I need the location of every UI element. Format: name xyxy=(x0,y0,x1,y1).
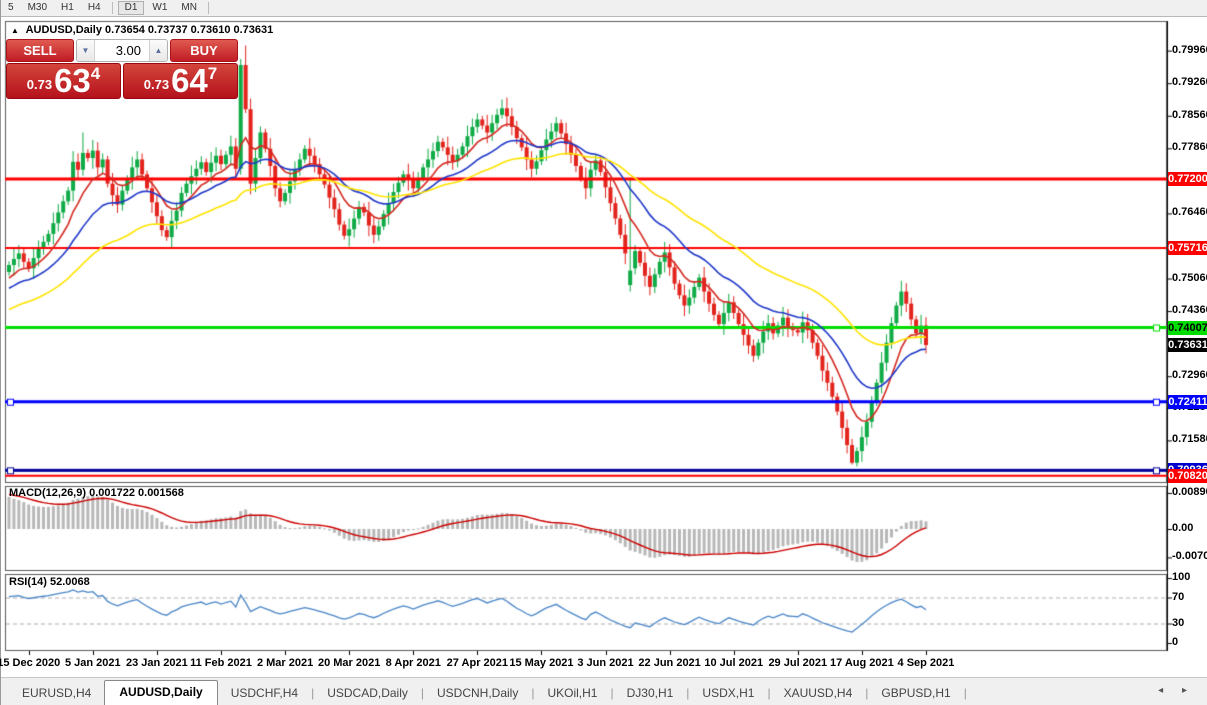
price-badge: 0.70820 xyxy=(1168,468,1207,483)
buy-price-big: 64 xyxy=(171,62,208,99)
macd-indicator-label: MACD(12,26,9) 0.001722 0.001568 xyxy=(9,487,184,499)
volume-input[interactable] xyxy=(95,40,149,61)
sell-price-box[interactable]: 0.73 63 4 xyxy=(6,63,121,99)
chart-symbol-label: AUDUSD,Daily xyxy=(25,24,102,36)
chart-tab-eurusd[interactable]: EURUSD,H4 xyxy=(9,682,104,705)
timeframe-button-5[interactable]: 5 xyxy=(2,1,20,15)
timeframe-toolbar: 5 M30 H1 H4 D1 W1 MN xyxy=(1,0,1207,17)
price-badge: 0.72411 xyxy=(1168,394,1207,409)
chart-title: ▲ AUDUSD,Daily 0.73654 0.73737 0.73610 0… xyxy=(11,24,273,36)
buy-price-prefix: 0.73 xyxy=(143,77,170,92)
chart-tab-audusd[interactable]: AUDUSD,Daily xyxy=(104,680,218,705)
sell-price-sup: 4 xyxy=(90,64,101,83)
price-tick-label: 0.76460 xyxy=(1172,206,1207,219)
chart-tab-bar: EURUSD,H4 AUDUSD,Daily USDCHF,H4 | USDCAD,Da… xyxy=(1,677,1207,705)
sell-price-big: 63 xyxy=(54,62,91,99)
timeframe-button-m30[interactable]: M30 xyxy=(22,1,53,15)
price-badge: 0.77200 xyxy=(1168,172,1207,186)
chart-tab-usdcnh[interactable]: USDCNH,Daily xyxy=(424,682,531,705)
timeframe-button-h4[interactable]: H4 xyxy=(82,1,107,15)
rsi-tick-label: 30 xyxy=(1172,616,1185,629)
price-tick-label: 0.74360 xyxy=(1172,304,1207,317)
chart-tab-usdx[interactable]: USDX,H1 xyxy=(689,682,767,705)
price-badge: 0.74007 xyxy=(1168,320,1207,335)
volume-spinner: ▼ ▲ xyxy=(76,39,168,62)
chart-tab-gbpusd[interactable]: GBPUSD,H1 xyxy=(868,682,963,705)
price-chart-canvas[interactable] xyxy=(1,0,1207,705)
rsi-tick-label: 100 xyxy=(1172,571,1191,583)
rsi-tick-label: 70 xyxy=(1172,590,1185,603)
buy-price-sup: 7 xyxy=(207,64,218,83)
volume-increase-button[interactable]: ▲ xyxy=(149,40,167,61)
chart-ohlc-values: 0.73654 0.73737 0.73610 0.73631 xyxy=(105,24,274,36)
buy-button[interactable]: BUY xyxy=(170,39,238,62)
tab-separator: | xyxy=(963,686,967,700)
price-tick-label: 0.78560 xyxy=(1172,108,1207,121)
sell-button[interactable]: SELL xyxy=(6,39,74,62)
date-axis-label: 4 Sep 2021 xyxy=(897,657,955,669)
macd-tick-label: -0.007017 xyxy=(1172,550,1207,563)
chart-tab-usdchf[interactable]: USDCHF,H4 xyxy=(218,682,311,705)
timeframe-button-mn[interactable]: MN xyxy=(175,1,203,15)
chart-tab-ukoil[interactable]: UKOil,H1 xyxy=(534,682,610,705)
toolbar-separator xyxy=(111,2,113,14)
chart-tab-usdcad[interactable]: USDCAD,Daily xyxy=(314,682,421,705)
rsi-tick-label: 0 xyxy=(1172,636,1179,648)
terminal-window: 5 M30 H1 H4 D1 W1 MN ▲ AUDUSD,Daily 0.73654 0.… xyxy=(0,0,1207,705)
price-tick-label: 0.77860 xyxy=(1172,141,1207,154)
volume-decrease-button[interactable]: ▼ xyxy=(77,40,95,61)
macd-tick-label: 0.008904 xyxy=(1172,485,1207,498)
macd-tick-label: 0.00 xyxy=(1172,522,1194,534)
chart-tab-xauusd[interactable]: XAUUSD,H4 xyxy=(771,682,866,705)
toolbar-separator xyxy=(207,2,209,14)
tab-scroll-arrows[interactable]: ◂ ▸ xyxy=(1158,685,1195,696)
collapse-triangle-icon[interactable]: ▲ xyxy=(11,26,19,35)
price-badge: 0.75716 xyxy=(1168,241,1207,256)
sell-price-prefix: 0.73 xyxy=(26,77,53,92)
timeframe-button-w1[interactable]: W1 xyxy=(146,1,173,15)
rsi-indicator-label: RSI(14) 52.0068 xyxy=(9,576,90,588)
timeframe-button-d1[interactable]: D1 xyxy=(117,1,145,15)
one-click-trading-panel: SELL ▼ ▲ BUY 0.73 63 4 0.73 64 7 xyxy=(6,39,238,99)
timeframe-button-h1[interactable]: H1 xyxy=(55,1,80,15)
price-tick-label: 0.72960 xyxy=(1172,369,1207,382)
buy-price-box[interactable]: 0.73 64 7 xyxy=(123,63,238,99)
price-badge: 0.73631 xyxy=(1168,338,1207,352)
price-tick-label: 0.79960 xyxy=(1172,43,1207,56)
price-tick-label: 0.75060 xyxy=(1172,271,1207,284)
chart-tab-dj30[interactable]: DJ30,H1 xyxy=(614,682,687,705)
price-tick-label: 0.71580 xyxy=(1172,433,1207,446)
price-tick-label: 0.79260 xyxy=(1172,76,1207,89)
